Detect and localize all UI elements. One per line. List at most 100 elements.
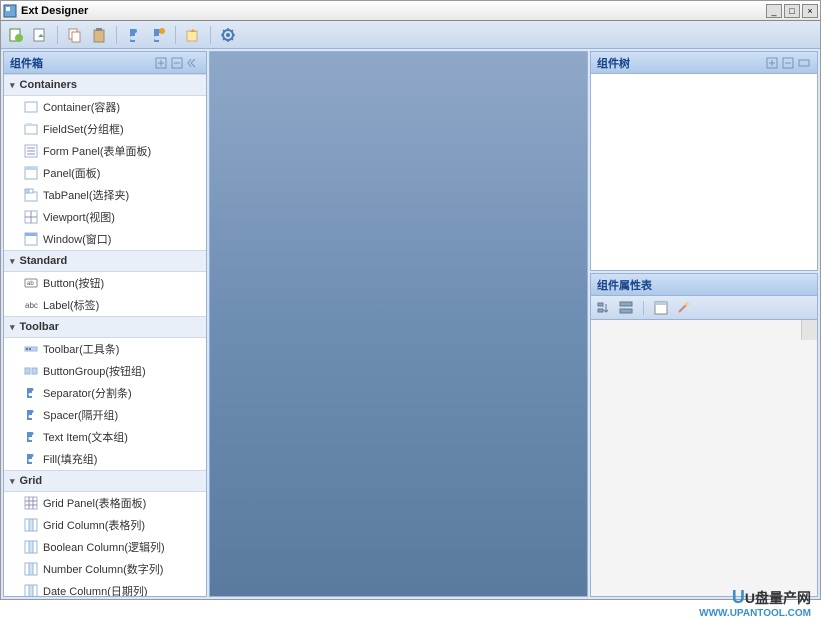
component-box-title: 组件箱 [10, 55, 43, 71]
component-item[interactable]: Container(容器) [4, 96, 206, 118]
prop-panel-icon[interactable] [652, 299, 670, 317]
component-item[interactable]: Window(窗口) [4, 228, 206, 250]
minimize-button[interactable]: _ [766, 4, 782, 18]
component-item-label: Number Column(数字列) [43, 561, 163, 577]
group-label: Toolbar [20, 321, 60, 333]
component-item-label: Grid Panel(表格面板) [43, 495, 146, 511]
toolbar-component2-icon[interactable] [147, 24, 169, 46]
column-icon [24, 562, 38, 576]
component-item-label: Form Panel(表单面板) [43, 143, 151, 159]
component-item[interactable]: Spacer(隔开组) [4, 404, 206, 426]
component-item[interactable]: abc Label(标签) [4, 294, 206, 316]
component-item-label: Date Column(日期列) [43, 583, 148, 596]
component-tree-body[interactable] [591, 74, 817, 270]
component-item[interactable]: TabPanel(选择夹) [4, 184, 206, 206]
viewport-icon [24, 210, 38, 224]
component-item[interactable]: ab Button(按钮) [4, 272, 206, 294]
component-item-label: FieldSet(分组框) [43, 121, 124, 137]
component-box-panel: 组件箱 Containers Container(容器) FieldSet(分组框)… [3, 51, 207, 597]
component-item[interactable]: Form Panel(表单面板) [4, 140, 206, 162]
component-item[interactable]: FieldSet(分组框) [4, 118, 206, 140]
group-label: Standard [20, 255, 68, 267]
formpanel-icon [24, 144, 38, 158]
component-item-label: Label(标签) [43, 297, 99, 313]
window-title: Ext Designer [21, 5, 88, 17]
toolbar-settings-icon[interactable] [217, 24, 239, 46]
puzzle-icon [24, 430, 38, 444]
collapse-tool-icon[interactable] [170, 56, 184, 70]
component-item-label: Toolbar(工具条) [43, 341, 119, 357]
component-item-label: Panel(面板) [43, 165, 100, 181]
scrollbar[interactable] [801, 320, 817, 340]
component-item[interactable]: Viewport(视图) [4, 206, 206, 228]
column-icon [24, 584, 38, 596]
svg-text:abc: abc [25, 301, 38, 310]
prop-group-icon[interactable] [617, 299, 635, 317]
component-tree-title: 组件树 [597, 55, 630, 71]
prop-sort-icon[interactable] [595, 299, 613, 317]
component-item-label: Boolean Column(逻辑列) [43, 539, 165, 555]
toolbar-icon [24, 342, 38, 356]
component-item[interactable]: Toolbar(工具条) [4, 338, 206, 360]
component-item[interactable]: Fill(填充组) [4, 448, 206, 470]
component-tree-list: Containers Container(容器) FieldSet(分组框) Form… [4, 74, 206, 596]
component-item-label: Spacer(隔开组) [43, 407, 118, 423]
component-item[interactable]: Number Column(数字列) [4, 558, 206, 580]
tree-tool3-icon[interactable] [797, 56, 811, 70]
property-toolbar [591, 296, 817, 320]
component-tree-panel: 组件树 [590, 51, 818, 271]
toolbar-copy-icon[interactable] [64, 24, 86, 46]
toolbar-new-icon[interactable] [5, 24, 27, 46]
close-button[interactable]: × [802, 4, 818, 18]
puzzle-icon [24, 386, 38, 400]
toolbar-export-icon[interactable] [182, 24, 204, 46]
tabpanel-icon [24, 188, 38, 202]
component-item-label: Separator(分割条) [43, 385, 132, 401]
maximize-button[interactable]: □ [784, 4, 800, 18]
toolbar-open-icon[interactable] [29, 24, 51, 46]
tree-tool2-icon[interactable] [781, 56, 795, 70]
toolbar-component-icon[interactable] [123, 24, 145, 46]
component-item[interactable]: Grid Column(表格列) [4, 514, 206, 536]
property-grid-body[interactable] [591, 320, 817, 596]
watermark: UU盘量产网 WWW.UPANTOOL.COM [699, 587, 811, 619]
component-item[interactable]: Text Item(文本组) [4, 426, 206, 448]
group-header-containers[interactable]: Containers [4, 74, 206, 96]
svg-text:ab: ab [27, 281, 34, 287]
group-label: Containers [20, 79, 77, 91]
component-item[interactable]: Date Column(日期列) [4, 580, 206, 596]
tree-tool1-icon[interactable] [765, 56, 779, 70]
component-item[interactable]: Grid Panel(表格面板) [4, 492, 206, 514]
window-icon [24, 232, 38, 246]
app-icon [3, 4, 17, 18]
component-item[interactable]: Separator(分割条) [4, 382, 206, 404]
label-icon: abc [24, 298, 38, 312]
component-item-label: Window(窗口) [43, 231, 111, 247]
prop-wand-icon[interactable] [674, 299, 692, 317]
component-item-label: ButtonGroup(按钮组) [43, 363, 146, 379]
column-icon [24, 518, 38, 532]
collapse-panel-icon[interactable] [186, 56, 200, 70]
puzzle-icon [24, 408, 38, 422]
component-item-label: Container(容器) [43, 99, 120, 115]
property-grid-header: 组件属性表 [591, 274, 817, 296]
group-header-standard[interactable]: Standard [4, 250, 206, 272]
toolbar-paste-icon[interactable] [88, 24, 110, 46]
component-item-label: Viewport(视图) [43, 209, 115, 225]
group-header-grid[interactable]: Grid [4, 470, 206, 492]
expand-tool-icon[interactable] [154, 56, 168, 70]
component-tree-header: 组件树 [591, 52, 817, 74]
column-icon [24, 540, 38, 554]
button-icon: ab [24, 276, 38, 290]
container-icon [24, 100, 38, 114]
group-header-toolbar[interactable]: Toolbar [4, 316, 206, 338]
component-item-label: Button(按钮) [43, 275, 104, 291]
component-item-label: Text Item(文本组) [43, 429, 128, 445]
component-box-header: 组件箱 [4, 52, 206, 74]
component-item[interactable]: Boolean Column(逻辑列) [4, 536, 206, 558]
main-toolbar [1, 21, 820, 49]
fieldset-icon [24, 122, 38, 136]
component-item[interactable]: ButtonGroup(按钮组) [4, 360, 206, 382]
component-item[interactable]: Panel(面板) [4, 162, 206, 184]
design-canvas[interactable] [209, 51, 588, 597]
